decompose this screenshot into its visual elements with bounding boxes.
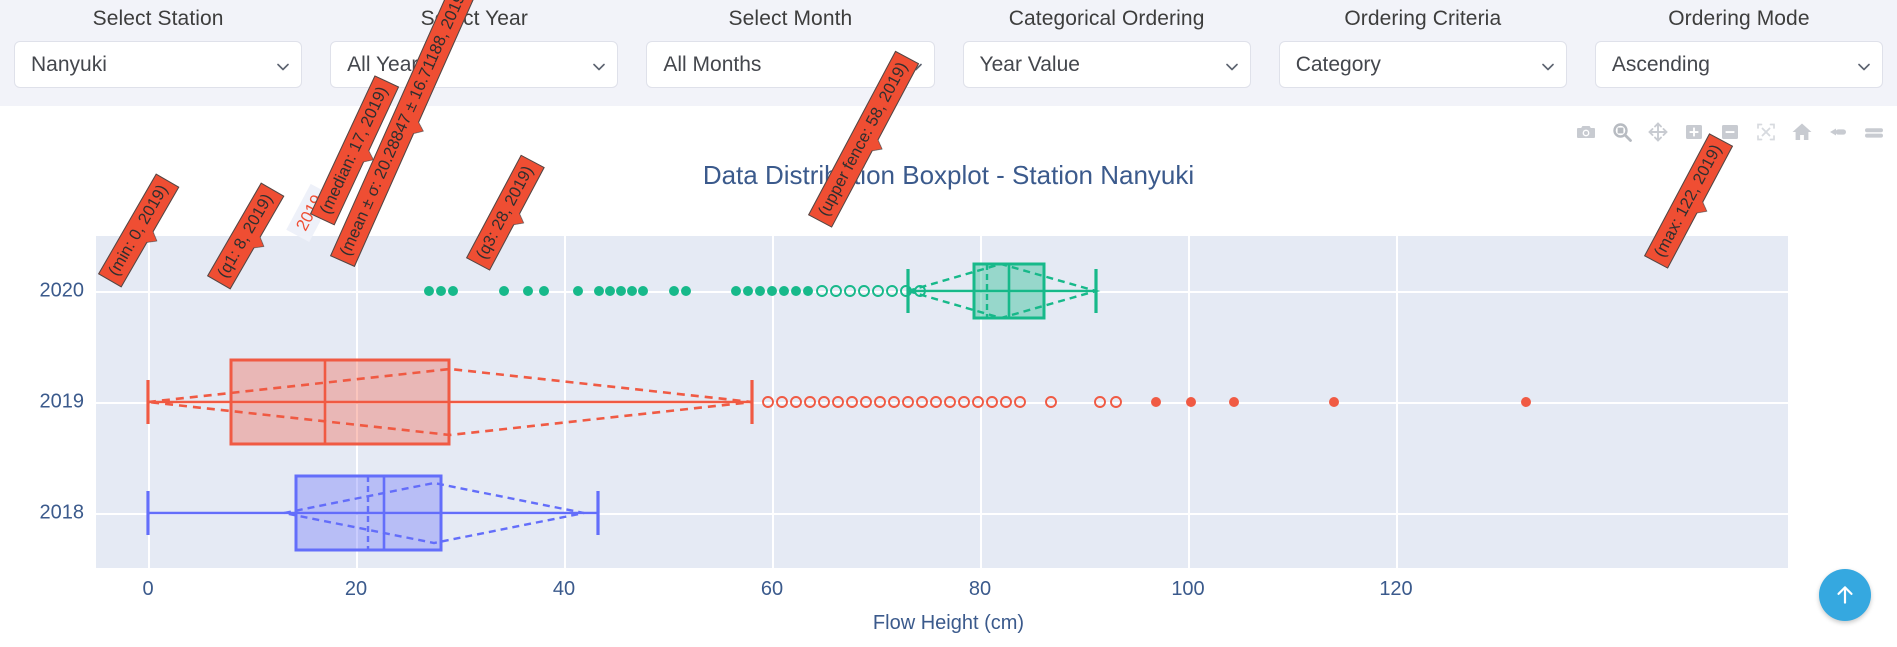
page-root: Select Station Nanyuki Select Year All Y… (0, 0, 1897, 647)
x-axis-title: Flow Height (cm) (872, 612, 1025, 634)
xtick-0: 0 (142, 578, 154, 600)
xtick-100: 100 (1171, 578, 1205, 600)
box-trace-2018 (146, 474, 600, 552)
box-trace-2020 (424, 262, 1101, 320)
ytick-2018: 2018 (39, 501, 85, 524)
xtick-40: 40 (552, 578, 576, 600)
xtick-60: 60 (760, 578, 784, 600)
box-trace-2019 (146, 358, 1531, 446)
xtick-120: 120 (1379, 578, 1413, 600)
ytick-2020: 2020 (39, 279, 85, 302)
boxplot-graphics (146, 262, 1531, 552)
scroll-to-top-button[interactable] (1819, 569, 1871, 621)
xtick-20: 20 (344, 578, 368, 600)
xtick-80: 80 (968, 578, 992, 600)
ytick-2019: 2019 (39, 390, 85, 413)
